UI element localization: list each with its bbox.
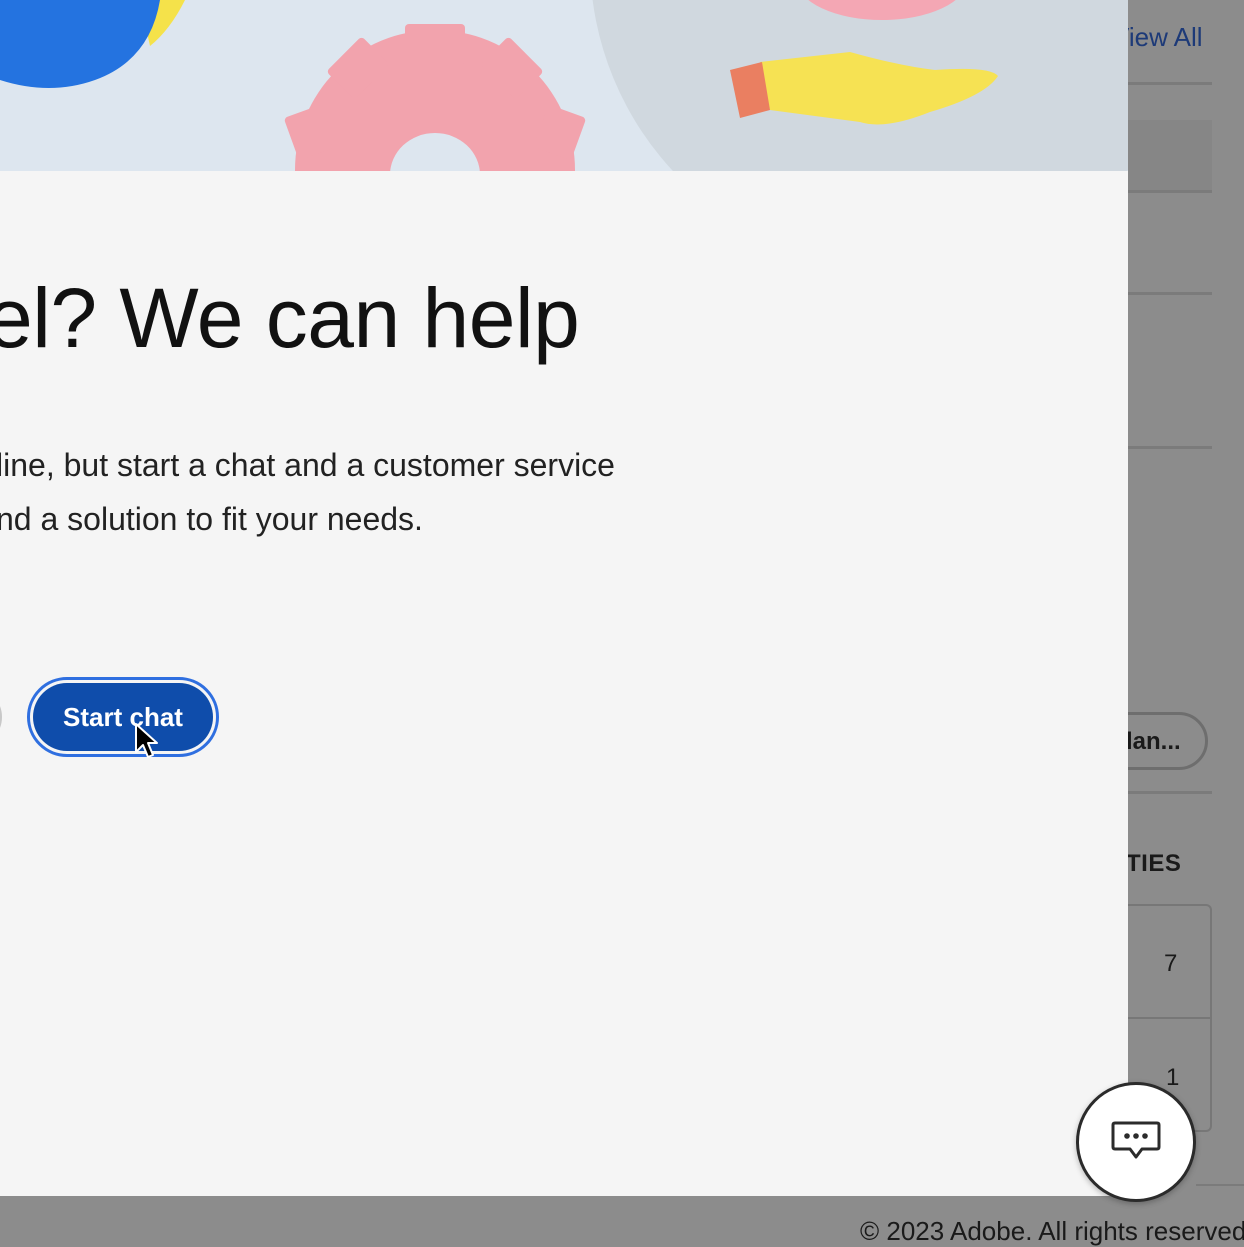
divider: [1128, 791, 1212, 794]
mouse-pointer-icon: [135, 723, 158, 758]
start-chat-label: Start chat: [33, 683, 213, 751]
chat-launcher-button[interactable]: [1076, 1082, 1196, 1202]
banner-illustration: [0, 0, 1128, 171]
modal-description: line, but start a chat and a customer se…: [0, 438, 696, 546]
section-heading: TIES: [1126, 850, 1182, 877]
manage-plan-label: lan...: [1126, 728, 1181, 755]
divider: [1128, 190, 1212, 193]
description-line: line, but start a chat and a customer se…: [0, 447, 615, 483]
footer-copyright: © 2023 Adobe. All rights reserved.: [860, 1216, 1244, 1246]
table-cell: 7: [1164, 950, 1178, 977]
divider: [1128, 82, 1212, 85]
table-divider: [1128, 1017, 1212, 1019]
divider: [1128, 446, 1212, 449]
help-modal: el? We can help line, but start a chat a…: [0, 0, 1128, 1196]
footer-divider: [1196, 1184, 1244, 1186]
background-row: [1128, 120, 1212, 190]
table-cell: 1: [1166, 1064, 1180, 1091]
chat-bubble-icon: [1111, 1121, 1161, 1159]
modal-banner-illustration: [0, 0, 1128, 171]
divider: [1128, 292, 1212, 295]
secondary-button[interactable]: [0, 688, 2, 746]
start-chat-button[interactable]: Start chat: [27, 677, 219, 757]
description-line: nd a solution to fit your needs.: [0, 501, 423, 537]
modal-title: el? We can help: [0, 271, 580, 365]
